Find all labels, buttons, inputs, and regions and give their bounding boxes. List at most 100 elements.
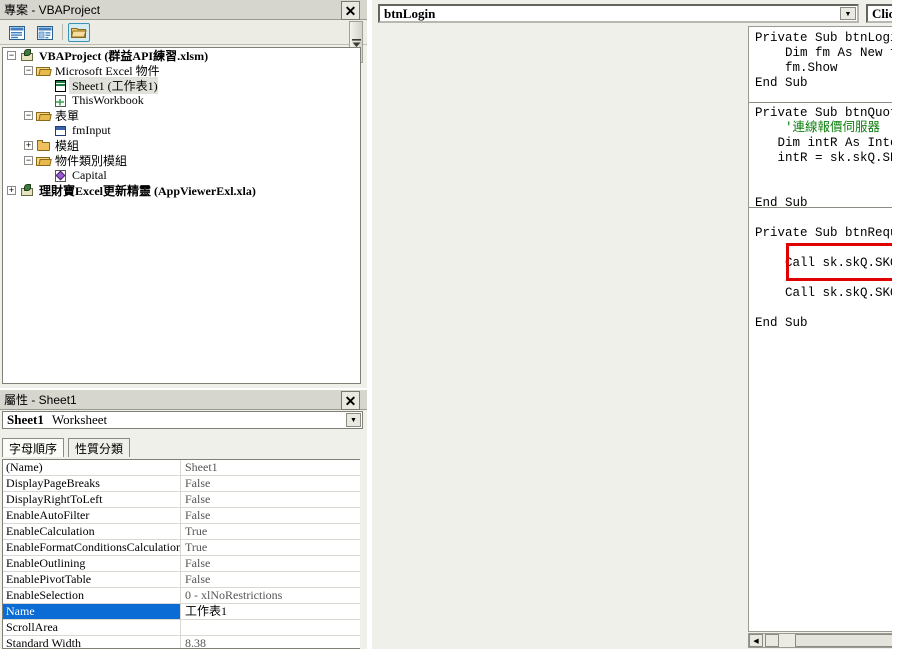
property-value[interactable]: True — [181, 540, 360, 555]
property-row[interactable]: EnableFormatConditionsCalculation True — [3, 540, 360, 556]
property-name: (Name) — [3, 460, 181, 475]
toggle-folders-icon[interactable] — [68, 23, 90, 42]
folder-open-icon — [36, 109, 52, 123]
project-tree[interactable]: − VBAProject (群益API練習.xlsm) − Microsoft Exc… — [2, 47, 361, 384]
code-horizontal-scrollbar[interactable]: ◀ — [748, 633, 916, 648]
toolbar-separator — [62, 24, 63, 40]
property-name: ScrollArea — [3, 620, 181, 635]
project-explorer-title: 專案 - VBAProject — [4, 3, 101, 17]
property-value[interactable]: 工作表1 — [181, 604, 360, 619]
property-value[interactable]: 0 - xlNoRestrictions — [181, 588, 360, 603]
properties-tab-label: 字母順序 — [9, 441, 58, 456]
property-row[interactable]: (Name) Sheet1 — [3, 460, 360, 476]
properties-tab-label: 性質分類 — [75, 441, 124, 456]
properties-tabstrip: 字母順序 性質分類 — [2, 438, 363, 457]
property-row[interactable]: EnableCalculation True — [3, 524, 360, 540]
property-name: EnablePivotTable — [3, 572, 181, 587]
tree-item[interactable]: Capital — [3, 168, 360, 183]
vba-project-icon — [19, 183, 36, 198]
project-explorer-window: 專案 - VBAProject ✕ − VBAProject (群益API練習.… — [0, 0, 367, 388]
property-row[interactable]: ScrollArea — [3, 620, 360, 636]
properties-object-name: Sheet1 — [7, 412, 44, 427]
property-row[interactable]: DisplayRightToLeft False — [3, 492, 360, 508]
property-name: DisplayRightToLeft — [3, 492, 181, 507]
properties-titlebar: 屬性 - Sheet1 — [0, 390, 367, 410]
property-value[interactable]: False — [181, 572, 360, 587]
project-explorer-titlebar: 專案 - VBAProject — [0, 0, 367, 20]
property-name: EnableAutoFilter — [3, 508, 181, 523]
property-value[interactable]: False — [181, 476, 360, 491]
scroll-left-icon[interactable]: ◀ — [749, 634, 763, 647]
code-window: btnLogin ▼ Click Private Sub btnLogin_Cl… — [372, 0, 916, 649]
collapse-icon[interactable]: − — [24, 66, 33, 75]
tree-item[interactable]: − Microsoft Excel 物件 — [3, 63, 360, 78]
property-name: EnableOutlining — [3, 556, 181, 571]
folder-open-icon — [36, 64, 52, 78]
folder-open-icon — [36, 154, 52, 168]
property-row[interactable]: Name 工作表1 — [3, 604, 360, 620]
property-name: DisplayPageBreaks — [3, 476, 181, 491]
collapse-icon[interactable]: − — [24, 111, 33, 120]
property-value[interactable]: False — [181, 556, 360, 571]
property-row[interactable]: Standard Width 8.38 — [3, 636, 360, 648]
property-row[interactable]: DisplayPageBreaks False — [3, 476, 360, 492]
properties-tab[interactable]: 性質分類 — [68, 438, 131, 457]
tree-item-label: ThisWorkbook — [72, 93, 144, 107]
procedure-separator — [749, 102, 916, 103]
collapse-icon[interactable]: − — [7, 51, 16, 60]
property-row[interactable]: EnableOutlining False — [3, 556, 360, 572]
tree-item[interactable]: Sheet1 (工作表1) — [3, 77, 360, 94]
expand-icon[interactable]: + — [24, 141, 33, 150]
userform-icon — [53, 124, 69, 138]
tree-item-label: 表單 — [55, 109, 80, 123]
tree-item[interactable]: fmInput — [3, 123, 360, 138]
tree-item[interactable]: + 模組 — [3, 138, 360, 153]
properties-grid[interactable]: (Name) Sheet1 DisplayPageBreaks False Displa… — [2, 459, 360, 649]
excel-sheet-icon — [53, 79, 69, 93]
view-object-icon[interactable] — [34, 23, 56, 42]
properties-object-select[interactable]: Sheet1 Worksheet ▼ — [2, 411, 363, 429]
class-module-icon — [53, 169, 69, 183]
properties-object-type: Worksheet — [51, 412, 108, 427]
chevron-down-icon[interactable]: ▼ — [840, 7, 856, 20]
project-explorer-close-icon[interactable]: ✕ — [341, 1, 360, 20]
tree-item-label: Capital — [72, 168, 107, 182]
property-row[interactable]: EnableSelection 0 - xlNoRestrictions — [3, 588, 360, 604]
property-value[interactable]: False — [181, 508, 360, 523]
tree-item[interactable]: − 物件類別模組 — [3, 153, 360, 168]
code-object-select[interactable]: btnLogin ▼ — [378, 4, 859, 23]
property-row[interactable]: EnableAutoFilter False — [3, 508, 360, 524]
properties-tab[interactable]: 字母順序 — [2, 438, 65, 457]
tree-item-label: fmInput — [72, 123, 111, 137]
code-margin-toggle-icon[interactable] — [765, 634, 779, 647]
chevron-down-icon[interactable]: ▼ — [346, 413, 361, 427]
code-object-value: btnLogin — [384, 5, 436, 21]
property-row[interactable]: EnablePivotTable False — [3, 572, 360, 588]
expand-icon[interactable]: + — [7, 186, 16, 195]
view-code-icon[interactable] — [6, 23, 28, 42]
collapse-icon[interactable]: − — [24, 156, 33, 165]
property-value[interactable]: Sheet1 — [181, 460, 360, 475]
property-value[interactable]: True — [181, 524, 360, 539]
tree-item[interactable]: ThisWorkbook — [3, 93, 360, 108]
properties-close-icon[interactable]: ✕ — [341, 391, 360, 410]
property-value[interactable]: False — [181, 492, 360, 507]
scroll-thumb[interactable] — [795, 634, 905, 647]
folder-icon — [36, 139, 52, 153]
property-name: Standard Width — [3, 636, 181, 648]
tree-item[interactable]: − VBAProject (群益API練習.xlsm) — [3, 48, 360, 63]
property-value[interactable]: 8.38 — [181, 636, 360, 648]
tree-item-label: 物件類別模組 — [55, 154, 128, 168]
window-right-edge — [892, 0, 916, 649]
project-explorer-toolbar — [0, 20, 367, 63]
tree-item[interactable]: − 表單 — [3, 108, 360, 123]
property-name: EnableCalculation — [3, 524, 181, 539]
workbook-icon — [53, 94, 69, 108]
property-value[interactable] — [181, 620, 360, 635]
property-name: Name — [3, 604, 181, 619]
code-editor[interactable]: Private Sub btnLogin_Click() Dim fm As N… — [748, 26, 916, 632]
tree-item[interactable]: + 理財寶Excel更新精靈 (AppViewerExl.xla) — [3, 183, 360, 198]
